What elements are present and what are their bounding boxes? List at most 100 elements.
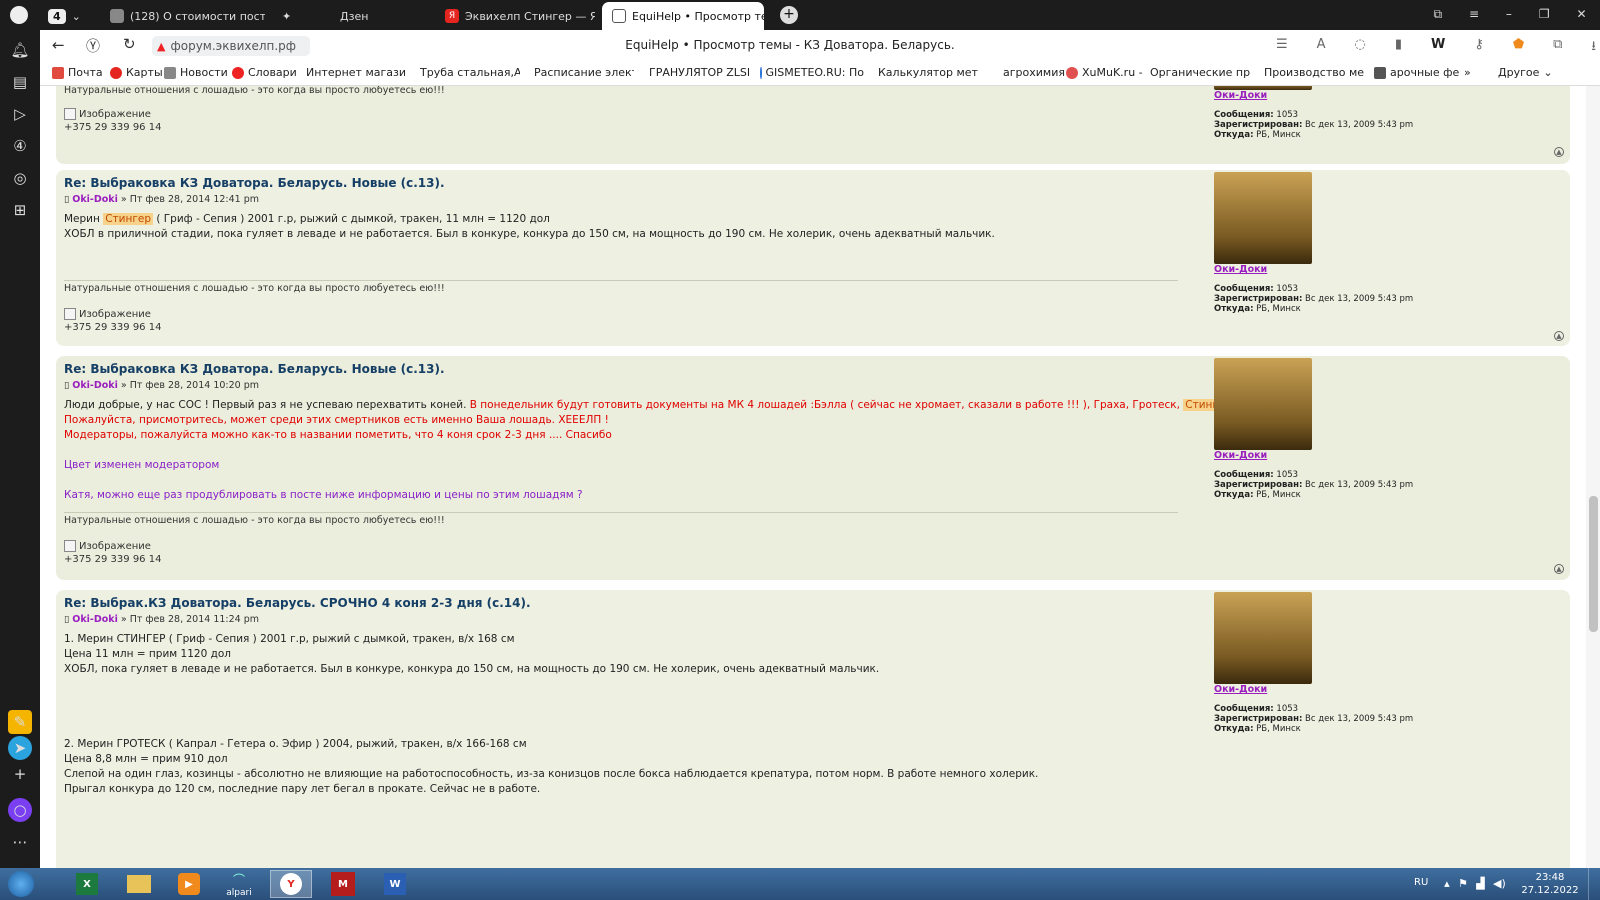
- tab-3[interactable]: Я Эквихелп Стингер — Янд: [435, 2, 595, 30]
- username-link[interactable]: Оки-Доки: [1214, 684, 1267, 695]
- username-link[interactable]: Оки-Доки: [1214, 90, 1267, 101]
- tray-lang[interactable]: RU: [1414, 877, 1428, 888]
- menu-icon[interactable]: ≡: [1469, 7, 1479, 23]
- excel-icon[interactable]: X: [66, 870, 108, 898]
- tab-title: (128) О стоимости постоя: [130, 9, 265, 23]
- profile-avatar[interactable]: [10, 6, 28, 24]
- minimize-icon[interactable]: –: [1506, 7, 1512, 23]
- tab-title: EquiHelp • Просмотр те: [632, 9, 764, 23]
- post-author[interactable]: Oki-Doki: [72, 380, 118, 391]
- tab-favicon-icon: [110, 9, 124, 23]
- tab-2[interactable]: Дзен: [330, 2, 430, 30]
- apps-grid-icon[interactable]: ⊞: [8, 198, 32, 222]
- username-link[interactable]: Оки-Доки: [1214, 264, 1267, 275]
- back-to-top-icon[interactable]: ▲: [1554, 564, 1564, 574]
- flag-icon[interactable]: ⚑: [1458, 877, 1468, 890]
- bookmark-7[interactable]: ГРАНУЛЯТОР ZLSP: [645, 66, 749, 79]
- back-icon[interactable]: ←: [52, 36, 65, 54]
- alice-icon[interactable]: ○: [8, 798, 32, 822]
- word-icon[interactable]: W: [374, 870, 416, 898]
- tabs-count-icon[interactable]: ④: [8, 134, 32, 158]
- avatar[interactable]: [1214, 358, 1312, 450]
- bookmark-4[interactable]: Интернет магазин: [302, 66, 405, 79]
- collections-icon[interactable]: ▤: [8, 70, 32, 94]
- bookmark-5[interactable]: Труба стальная,Ар: [416, 66, 520, 79]
- yandex-home-icon[interactable]: Ⓨ: [86, 36, 100, 56]
- bookmark-2[interactable]: Новости: [164, 66, 228, 79]
- app-pinned-icon[interactable]: ✎: [8, 710, 32, 734]
- username-link[interactable]: Оки-Доки: [1214, 450, 1267, 461]
- chem-icon: [1066, 66, 1078, 79]
- bookmark-9[interactable]: Калькулятор мета: [874, 66, 978, 79]
- bookmark-12[interactable]: Органические пр: [1146, 66, 1250, 79]
- bookmark-8[interactable]: GISMETEO.RU: По: [760, 66, 864, 79]
- bookmark-6[interactable]: Расписание элект: [530, 66, 634, 79]
- new-tab-button[interactable]: +: [780, 6, 798, 24]
- restore-icon[interactable]: ❐: [1539, 7, 1550, 23]
- app-m-icon[interactable]: M: [322, 870, 364, 898]
- translate-icon[interactable]: A: [1317, 37, 1326, 59]
- signature-divider: [64, 280, 1178, 281]
- reader-icon[interactable]: ☰: [1276, 37, 1288, 59]
- post-title[interactable]: Re: Выбраковка КЗ Доватора. Беларусь. Но…: [64, 176, 445, 190]
- more-icon[interactable]: ⋯: [8, 830, 32, 854]
- download-icon[interactable]: ⭳: [1591, 37, 1596, 59]
- avatar[interactable]: [1214, 172, 1312, 264]
- news-icon: [164, 66, 176, 79]
- bookmark-10[interactable]: агрохимия: [1003, 66, 1065, 79]
- tab-zen-star[interactable]: ✦: [272, 2, 302, 30]
- add-icon[interactable]: +: [8, 762, 32, 786]
- bookmark-1[interactable]: Карты: [110, 66, 163, 79]
- bell-icon[interactable]: 🔔︎: [8, 38, 32, 62]
- avatar[interactable]: [1214, 592, 1312, 684]
- chevron-down-icon: ⌄: [71, 9, 81, 23]
- scrollbar-thumb[interactable]: [1589, 496, 1598, 632]
- wiki-icon[interactable]: W: [1431, 37, 1445, 59]
- telegram-icon[interactable]: ➤: [8, 736, 32, 760]
- signature-text: Натуральные отношения с лошадью - это ко…: [64, 283, 445, 294]
- bookmark-13[interactable]: Производство ме: [1260, 66, 1364, 79]
- play-icon[interactable]: ▷: [8, 102, 32, 126]
- alpari-icon[interactable]: ⌒ alpari: [218, 870, 260, 898]
- url-field[interactable]: ▲ форум.эквихелп.рф: [152, 36, 310, 56]
- key-icon[interactable]: ⚷: [1474, 37, 1484, 59]
- tray-arrow-icon[interactable]: ▴: [1444, 877, 1450, 890]
- close-window-icon[interactable]: ✕: [1576, 7, 1586, 23]
- star-icon: ✦: [282, 9, 292, 23]
- post-author[interactable]: Oki-Doki: [72, 614, 118, 625]
- bookmarks-other[interactable]: Другое ⌄: [1498, 66, 1553, 79]
- bookmark-11[interactable]: XuMuK.ru -: [1066, 66, 1143, 79]
- protect-icon[interactable]: ◌: [1355, 37, 1366, 59]
- network-icon[interactable]: ▟: [1476, 877, 1484, 890]
- post-title[interactable]: Re: Выбрак.КЗ Доватора. Беларусь. СРОЧНО…: [64, 596, 531, 610]
- tab-1[interactable]: (128) О стоимости постоя: [100, 2, 265, 30]
- media-player-icon[interactable]: ▶: [168, 870, 210, 898]
- volume-icon[interactable]: ◀): [1493, 877, 1506, 890]
- bookmark-0[interactable]: Почта: [52, 66, 103, 79]
- post-author[interactable]: Oki-Doki: [72, 194, 118, 205]
- post-title[interactable]: Re: Выбраковка КЗ Доватора. Беларусь. Но…: [64, 362, 445, 376]
- bookmarks-overflow-icon[interactable]: »: [1464, 66, 1471, 79]
- start-button[interactable]: [2, 870, 40, 898]
- farm-icon: [1374, 66, 1386, 79]
- bookmark-3[interactable]: Словари: [232, 66, 297, 79]
- warning-icon: ▲: [157, 39, 166, 53]
- tab-counter[interactable]: 4 ⌄: [38, 2, 86, 30]
- post-icon: ▯: [64, 194, 73, 205]
- explorer-icon[interactable]: [118, 870, 160, 898]
- bookmark-icon[interactable]: ▮: [1395, 37, 1402, 59]
- camera-icon[interactable]: ◎: [8, 166, 32, 190]
- tab-4-active[interactable]: EquiHelp • Просмотр те ✕: [602, 2, 764, 30]
- reload-icon[interactable]: ↻: [123, 35, 136, 53]
- back-to-top-icon[interactable]: ▲: [1554, 147, 1564, 157]
- show-desktop-button[interactable]: [1588, 868, 1600, 900]
- back-to-top-icon[interactable]: ▲: [1554, 331, 1564, 341]
- extensions-icon[interactable]: ⧉: [1553, 37, 1562, 59]
- bookmark-14[interactable]: арочные фе: [1374, 66, 1464, 79]
- bookmark-window-icon[interactable]: ⧉: [1433, 7, 1442, 23]
- yandex-browser-icon[interactable]: Y: [270, 870, 312, 898]
- shield-icon[interactable]: ⬟: [1513, 37, 1524, 59]
- tray-clock[interactable]: 23:48 27.12.2022: [1520, 871, 1580, 897]
- toolbar-icons: ☰ A ◌ ▮ W ⚷ ⬟ ⧉ ⭳: [1276, 37, 1596, 59]
- scrollbar-track[interactable]: [1586, 86, 1600, 868]
